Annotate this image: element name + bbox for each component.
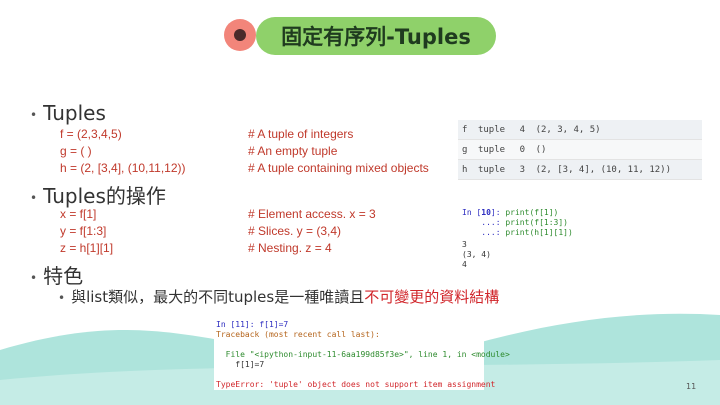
var-name: f [458,120,474,140]
bullet-features: • 特色 [30,260,83,289]
bullet-tuples-label: Tuples [43,101,106,125]
feature-text-highlight: 不可變更的資料結構 [364,288,500,306]
console-output-line: 4 [462,260,467,269]
comment-def-1: # An empty tuple [248,144,338,158]
var-size: 3 [515,159,532,180]
console-prompt: In [ [462,208,482,217]
comment-def-0: # A tuple of integers [248,127,354,141]
code-def-0: f = (2,3,4,5) [60,127,122,141]
slide-title: 固定有序列-Tuples [256,17,496,55]
bullet-icon: • [30,107,38,122]
console-output-block: 3 (3, 4) 4 [462,240,491,270]
error-console-text: In [11]: f[1]=7 Traceback (most recent c… [216,320,510,390]
variable-row[interactable]: g tuple 0 () [458,139,702,160]
bullet-operations: • Tuples的操作 [30,180,166,209]
console-prompt-end: ]: [490,208,506,217]
comment-op-2: # Nesting. z = 4 [248,241,332,255]
console-continuation: ...: [481,228,506,237]
console-input-block: In [10]: print(f[1]) ...: print(f[1:3]) … [462,208,573,238]
comment-def-2: # A tuple containing mixed objects [248,161,429,175]
console-input-line: print(f[1:3]) [505,218,568,227]
error-file-line: File "<ipython-input-11-6aa199d85f3e>", … [216,350,510,359]
variable-explorer-table: f tuple 4 (2, 3, 4, 5) g tuple 0 () h tu… [458,120,702,180]
feature-text-normal: 與list類似，最大的不同tuples是一種唯讀且 [71,288,365,306]
var-value: (2, [3, 4], (10, 11, 12)) [531,159,702,180]
comment-op-1: # Slices. y = (3,4) [248,224,342,238]
title-decoration-dot [234,29,246,41]
bullet-icon: • [30,270,38,285]
feature-description: • 與list類似，最大的不同tuples是一種唯讀且不可變更的資料結構 [58,286,499,307]
console-continuation: ...: [481,218,506,227]
var-size: 4 [515,120,532,140]
console-output-line: 3 [462,240,467,249]
code-op-2: z = h[1][1] [60,241,114,255]
code-def-1: g = ( ) [60,144,92,158]
var-name: h [458,159,474,180]
variable-row[interactable]: h tuple 3 (2, [3, 4], (10, 11, 12)) [458,159,702,180]
console-prompt-number: 10 [481,208,491,217]
code-op-1: y = f[1:3] [60,224,107,238]
error-input-line: In [11]: f[1]=7 [216,320,289,329]
console-output-line: (3, 4) [462,250,491,259]
console-input-line: print(f[1]) [505,208,559,217]
variable-row[interactable]: f tuple 4 (2, 3, 4, 5) [458,120,702,140]
code-def-2: h = (2, [3,4], (10,11,12)) [60,161,186,175]
var-value: () [531,139,702,160]
var-type: tuple [473,120,516,140]
error-code-line: f[1]=7 [216,360,265,369]
comment-op-0: # Element access. x = 3 [248,207,376,221]
page-number: 11 [686,382,697,391]
bullet-tuples: • Tuples [30,101,106,125]
var-size: 0 [515,139,532,160]
var-value: (2, 3, 4, 5) [531,120,702,140]
console-input-line: print(h[1][1]) [505,228,573,237]
bullet-icon: • [30,190,38,205]
var-type: tuple [473,139,516,160]
bullet-operations-label: Tuples的操作 [43,184,166,208]
var-type: tuple [473,159,516,180]
error-type-message: TypeError: 'tuple' object does not suppo… [216,380,496,389]
code-op-0: x = f[1] [60,207,97,221]
error-traceback: Traceback (most recent call last): [216,330,380,339]
bullet-features-label: 特色 [43,264,84,288]
var-name: g [458,139,474,160]
sub-bullet-icon: • [58,290,66,305]
